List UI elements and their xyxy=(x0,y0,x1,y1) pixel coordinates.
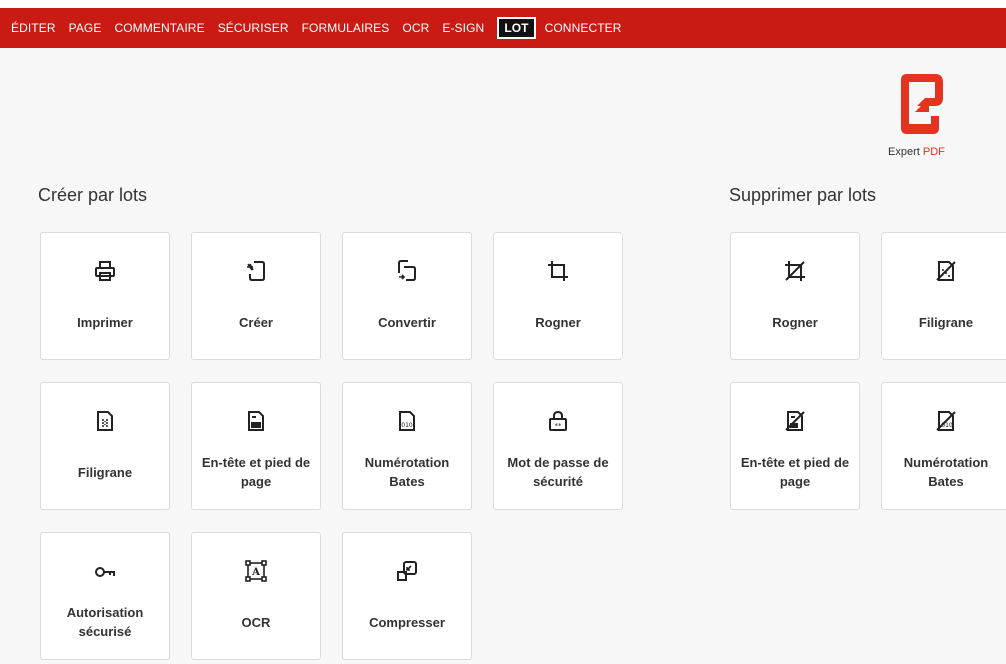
card-label: Rogner xyxy=(535,315,581,330)
remove-section-title: Supprimer par lots xyxy=(729,185,877,205)
card-supprimer-bates[interactable]: 010 Numérotation Bates xyxy=(881,382,1006,510)
header-footer-icon xyxy=(244,409,268,433)
card-label: Convertir xyxy=(378,315,436,330)
card-compresser[interactable]: Compresser xyxy=(342,532,472,660)
card-supprimer-en-tete[interactable]: En-tête et pied de page xyxy=(730,382,860,510)
card-label: Imprimer xyxy=(77,315,133,330)
menu-editer[interactable]: ÉDITER xyxy=(11,21,56,35)
menu-lot[interactable]: LOT xyxy=(497,17,536,39)
main-menu-bar: ÉDITER PAGE COMMENTAIRE SÉCURISER FORMUL… xyxy=(0,8,1006,48)
key-icon xyxy=(93,559,117,583)
card-mot-de-passe[interactable]: ** Mot de passe de sécurité xyxy=(493,382,623,510)
card-en-tete[interactable]: En-tête et pied de page xyxy=(191,382,321,510)
card-label: Mot de passe de sécurité xyxy=(507,455,609,489)
card-bates[interactable]: 010 Numérotation Bates xyxy=(342,382,472,510)
create-section-title: Créer par lots xyxy=(38,185,148,205)
card-label: Numérotation Bates xyxy=(364,455,450,489)
card-autorisation[interactable]: Autorisation sécurisé xyxy=(40,532,170,660)
card-label: Filigrane xyxy=(77,465,133,480)
svg-text:010: 010 xyxy=(941,422,953,429)
crop-icon xyxy=(546,259,570,283)
svg-text:A: A xyxy=(251,567,260,578)
remove-header-footer-icon xyxy=(783,409,807,433)
menu-securiser[interactable]: SÉCURISER xyxy=(218,21,289,35)
card-label: Compresser xyxy=(369,615,445,630)
menu-ocr[interactable]: OCR xyxy=(402,21,429,35)
card-label: Rogner xyxy=(772,315,818,330)
menu-page[interactable]: PAGE xyxy=(69,21,102,35)
card-imprimer[interactable]: Imprimer xyxy=(40,232,170,360)
card-label: En-tête et pied de page xyxy=(740,455,850,489)
svg-text:**: ** xyxy=(555,422,563,430)
card-convertir[interactable]: Convertir xyxy=(342,232,472,360)
card-filigrane[interactable]: Filigrane xyxy=(40,382,170,510)
remove-bates-icon: 010 xyxy=(934,409,958,433)
menu-esign[interactable]: E-SIGN xyxy=(442,21,484,35)
card-supprimer-filigrane[interactable]: Filigrane xyxy=(881,232,1006,360)
bates-numbering-icon: 010 xyxy=(395,409,419,433)
remove-watermark-icon xyxy=(934,259,958,283)
menu-connecter[interactable]: CONNECTER xyxy=(545,21,622,35)
card-label: OCR xyxy=(241,615,271,630)
password-lock-icon: ** xyxy=(546,409,570,433)
menu-formulaires[interactable]: FORMULAIRES xyxy=(302,21,390,35)
remove-crop-icon xyxy=(783,259,807,283)
printer-icon xyxy=(93,259,117,283)
card-supprimer-rogner[interactable]: Rogner xyxy=(730,232,860,360)
card-label: Créer xyxy=(239,315,273,330)
card-rogner[interactable]: Rogner xyxy=(493,232,623,360)
card-label: Filigrane xyxy=(918,315,974,330)
card-ocr[interactable]: A OCR xyxy=(191,532,321,660)
compress-icon xyxy=(395,559,419,583)
window-titlebar xyxy=(0,0,1006,8)
ocr-icon: A xyxy=(244,559,268,583)
card-label: En-tête et pied de page xyxy=(201,455,311,489)
card-label: Autorisation sécurisé xyxy=(66,605,144,639)
create-file-icon xyxy=(244,259,268,283)
svg-text:010: 010 xyxy=(401,422,413,429)
card-label: Numérotation Bates xyxy=(903,455,989,489)
card-creer[interactable]: Créer xyxy=(191,232,321,360)
logo-text: Expert PDF xyxy=(888,146,945,158)
menu-commentaire[interactable]: COMMENTAIRE xyxy=(114,21,204,35)
watermark-icon xyxy=(93,409,117,433)
convert-icon xyxy=(395,259,419,283)
